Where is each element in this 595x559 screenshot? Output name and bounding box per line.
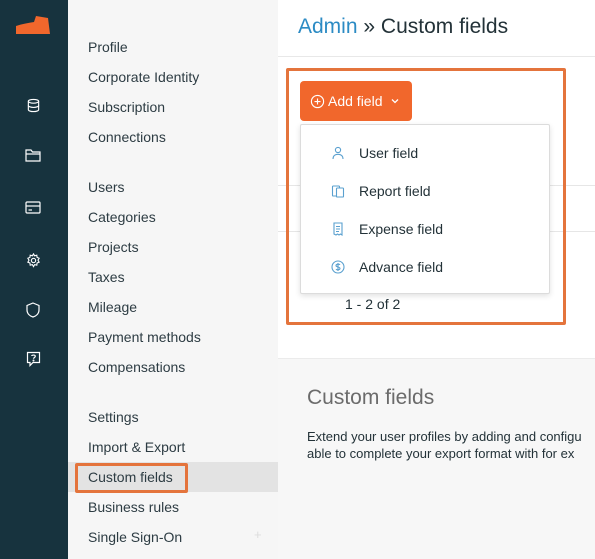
chevron-down-icon xyxy=(390,96,400,106)
nav-item-categories[interactable]: Categories xyxy=(68,202,278,232)
nav-item-custom-fields-label: Custom fields xyxy=(88,469,173,485)
nav-item-payment-methods[interactable]: Payment methods xyxy=(68,322,278,352)
nav-item-users[interactable]: Users xyxy=(68,172,278,202)
dropdown-item-advance-field[interactable]: Advance field xyxy=(301,248,549,286)
page-title: Admin » Custom fields xyxy=(298,13,508,41)
nav-item-projects[interactable]: Projects xyxy=(68,232,278,262)
pagination-label: 1 - 2 of 2 xyxy=(345,296,401,312)
dropdown-item-report-field[interactable]: Report field xyxy=(301,172,549,210)
nav-item-mileage[interactable]: Mileage xyxy=(68,292,278,322)
receipt-icon xyxy=(331,222,345,236)
database-icon[interactable] xyxy=(24,96,42,114)
dropdown-item-label: Expense field xyxy=(359,221,444,237)
dropdown-item-label: User field xyxy=(359,145,419,161)
info-description: Extend your user profiles by adding and … xyxy=(307,428,582,462)
shield-icon[interactable] xyxy=(24,301,42,319)
breadcrumb-separator: » xyxy=(363,15,376,38)
icon-rail xyxy=(0,0,68,559)
nav-item-corporate-identity[interactable]: Corporate Identity xyxy=(68,62,278,92)
nav-item-subscription[interactable]: Subscription xyxy=(68,92,278,122)
dropdown-item-label: Report field xyxy=(359,183,431,199)
header-divider xyxy=(278,56,595,57)
info-description-line: able to complete your export format with… xyxy=(307,446,575,461)
gear-icon[interactable] xyxy=(24,251,42,269)
faint-plus-icon: + xyxy=(254,527,262,542)
nav-item-single-sign-on[interactable]: Single Sign-On xyxy=(68,522,278,552)
nav-item-connections[interactable]: Connections xyxy=(68,122,278,152)
admin-subnav: Profile Corporate Identity Subscription … xyxy=(68,0,278,559)
nav-item-business-rules[interactable]: Business rules xyxy=(68,492,278,522)
nav-item-import-export[interactable]: Import & Export xyxy=(68,432,278,462)
add-field-button[interactable]: Add field xyxy=(300,81,412,121)
breadcrumb-admin[interactable]: Admin xyxy=(298,15,358,38)
report-icon xyxy=(331,184,345,198)
dropdown-item-user-field[interactable]: User field xyxy=(301,134,549,172)
plus-circle-icon xyxy=(310,94,325,109)
add-field-label: Add field xyxy=(328,93,383,109)
info-description-line: Extend your user profiles by adding and … xyxy=(307,429,582,444)
nav-item-taxes[interactable]: Taxes xyxy=(68,262,278,292)
card-icon[interactable] xyxy=(24,198,42,216)
add-field-dropdown: User field Report field Expense field Ad… xyxy=(300,124,550,294)
logo-icon[interactable] xyxy=(14,14,52,36)
dropdown-item-expense-field[interactable]: Expense field xyxy=(301,210,549,248)
page-title-text: Custom fields xyxy=(380,15,509,38)
nav-item-profile[interactable]: Profile xyxy=(68,32,278,62)
folder-icon[interactable] xyxy=(24,146,42,164)
dropdown-item-label: Advance field xyxy=(359,259,444,275)
info-title: Custom fields xyxy=(307,386,435,409)
dollar-circle-icon xyxy=(331,260,345,274)
nav-item-compensations[interactable]: Compensations xyxy=(68,352,278,382)
user-icon xyxy=(331,146,345,160)
nav-item-settings[interactable]: Settings xyxy=(68,402,278,432)
help-icon[interactable] xyxy=(24,350,42,368)
main-content: Admin » Custom fields 1 - 2 of 2 Custom … xyxy=(278,0,595,559)
nav-item-custom-fields[interactable]: Custom fields xyxy=(68,462,278,493)
